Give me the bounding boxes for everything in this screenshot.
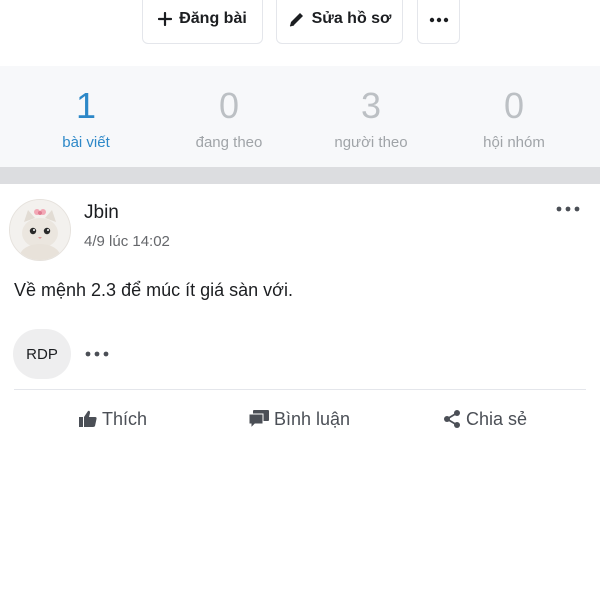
stat-following-count: 0 (218, 85, 240, 126)
create-post-button[interactable]: Đăng bài (142, 0, 263, 44)
edit-profile-button[interactable]: Sửa hồ sơ (276, 0, 403, 44)
comment-icon (248, 409, 270, 429)
stat-groups[interactable]: 0 hội nhóm (439, 66, 589, 167)
avatar[interactable] (9, 199, 71, 261)
comment-button[interactable]: Bình luận (248, 406, 350, 432)
share-icon (442, 409, 462, 429)
like-button[interactable]: Thích (78, 406, 147, 432)
more-dots-icon (429, 10, 449, 28)
post-author[interactable]: Jbin (84, 202, 119, 224)
comment-label: Bình luận (274, 408, 351, 429)
section-divider (0, 167, 600, 184)
topic-tag[interactable]: RDP (13, 329, 71, 379)
stat-following[interactable]: 0 đang theo (154, 66, 304, 167)
more-dots-icon (556, 206, 580, 212)
tag-more-button[interactable] (84, 347, 110, 361)
actions-separator (14, 389, 586, 390)
post-time[interactable]: 4/9 lúc 14:02 (84, 233, 170, 250)
stat-followers-count: 3 (360, 85, 382, 126)
post-card: Jbin 4/9 lúc 14:02 Về mệnh 2.3 để múc ít… (0, 184, 600, 600)
more-dots-icon (85, 351, 109, 357)
stat-groups-label: hội nhóm (483, 134, 545, 151)
stat-following-label: đang theo (195, 134, 263, 151)
profile-toolbar: Đăng bài Sửa hồ sơ (0, 0, 600, 66)
stat-groups-count: 0 (503, 85, 525, 126)
edit-profile-label: Sửa hồ sơ (311, 10, 392, 27)
share-button[interactable]: Chia sẻ (442, 406, 527, 432)
post-text: Về mệnh 2.3 để múc ít giá sàn với. (14, 280, 293, 300)
stat-followers[interactable]: 3 người theo (296, 66, 446, 167)
like-label: Thích (102, 408, 148, 429)
pencil-icon (288, 11, 305, 28)
thumbs-up-icon (78, 409, 98, 429)
stat-posts-count: 1 (75, 85, 97, 126)
share-label: Chia sẻ (466, 408, 528, 429)
stat-posts-label: bài viết (62, 134, 110, 151)
stat-followers-label: người theo (334, 134, 408, 151)
more-options-button[interactable] (417, 0, 460, 44)
profile-stats: 1 bài viết 0 đang theo 3 người theo 0 hộ… (0, 66, 600, 167)
stat-posts[interactable]: 1 bài viết (11, 66, 161, 167)
post-more-button[interactable] (555, 202, 581, 216)
plus-icon (158, 12, 173, 26)
create-post-label: Đăng bài (179, 10, 247, 27)
cat-avatar-icon (10, 200, 70, 260)
